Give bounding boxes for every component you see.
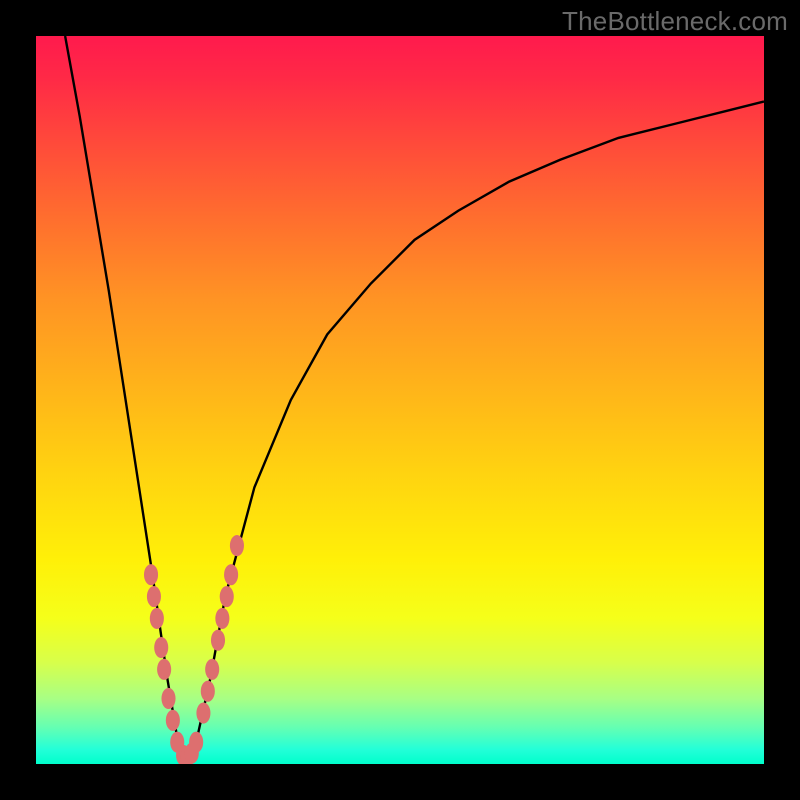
plot-area [36, 36, 764, 764]
marker-group [144, 535, 244, 764]
data-marker [154, 637, 168, 658]
data-marker [161, 688, 175, 709]
data-marker [211, 630, 225, 651]
data-marker [220, 586, 234, 607]
data-marker [230, 535, 244, 556]
data-marker [147, 586, 161, 607]
curve-path [65, 36, 764, 760]
chart-svg [36, 36, 764, 764]
data-marker [166, 710, 180, 731]
watermark-text: TheBottleneck.com [562, 6, 788, 37]
data-marker [150, 608, 164, 629]
data-marker [205, 659, 219, 680]
data-marker [144, 564, 158, 585]
data-marker [157, 659, 171, 680]
data-marker [189, 732, 203, 753]
data-marker [201, 681, 215, 702]
chart-frame: TheBottleneck.com [0, 0, 800, 800]
data-marker [196, 702, 210, 723]
data-marker [224, 564, 238, 585]
data-marker [215, 608, 229, 629]
